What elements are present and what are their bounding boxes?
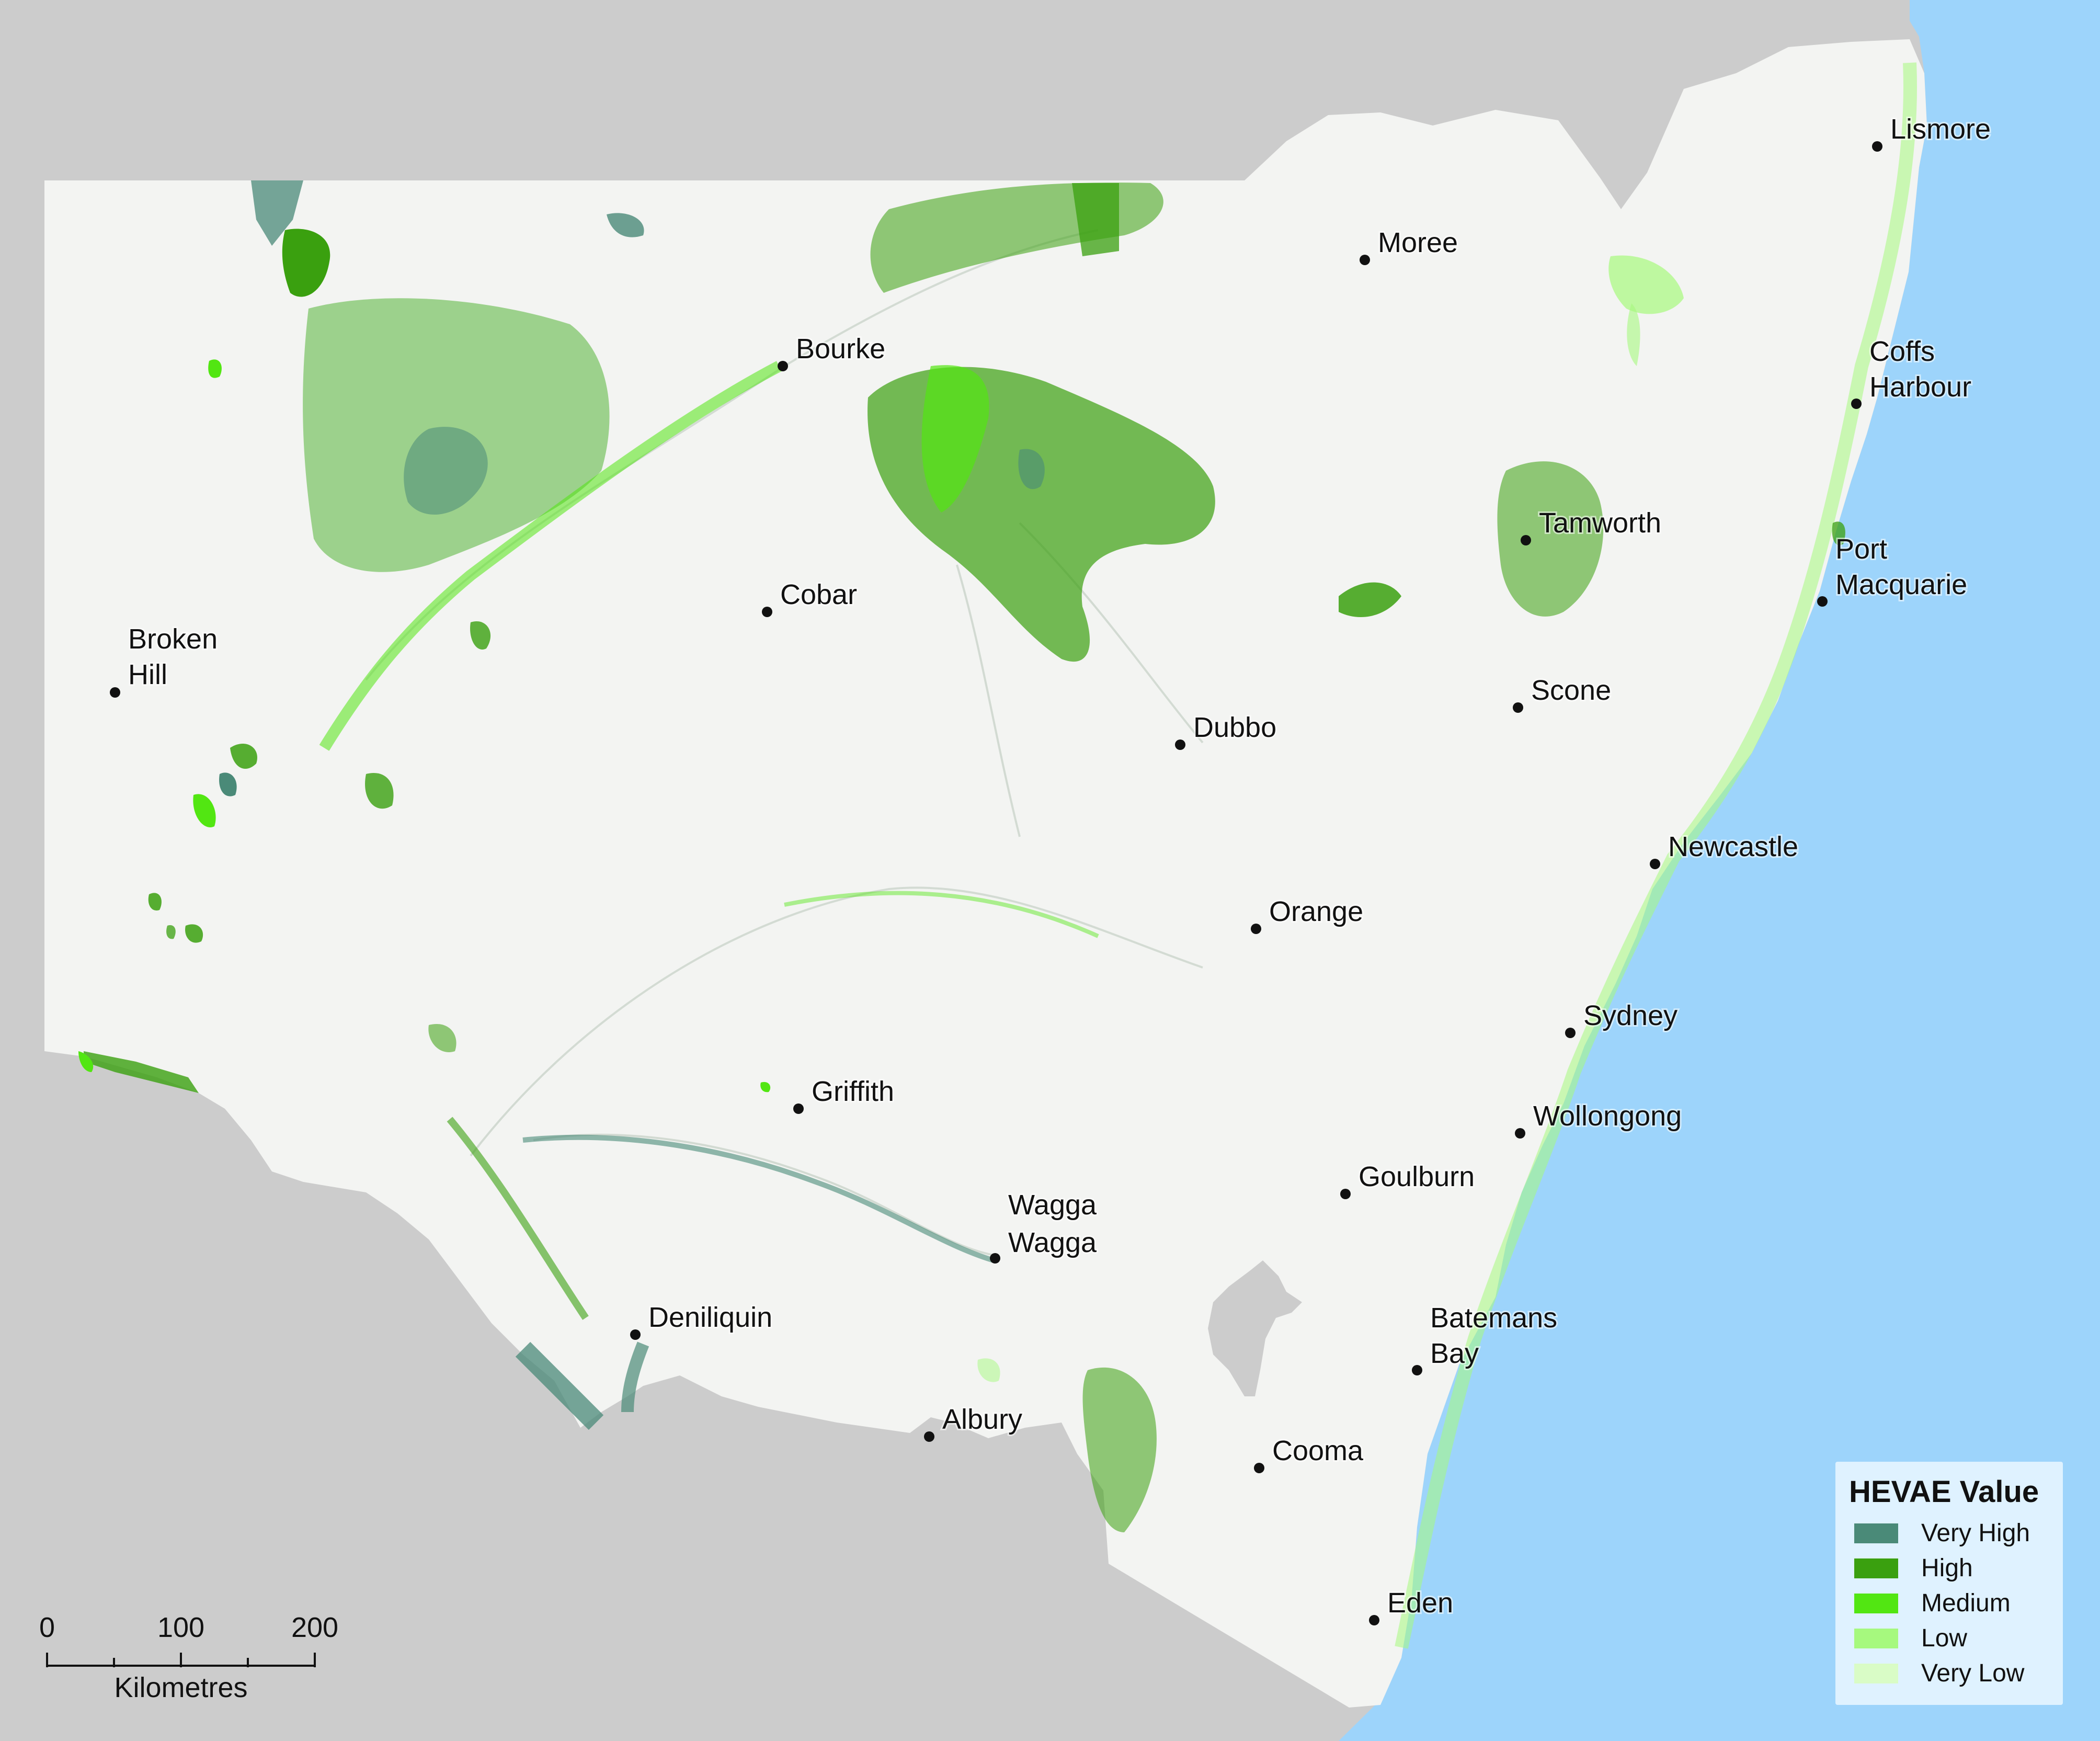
svg-text:Eden: Eden bbox=[1387, 1587, 1453, 1619]
legend-swatch-low bbox=[1854, 1628, 1898, 1648]
svg-text:Orange: Orange bbox=[1269, 896, 1363, 927]
svg-text:Cooma: Cooma bbox=[1272, 1435, 1364, 1466]
map-canvas[interactable]: Lismore Moree Bourke Coffs Harbour Tamwor… bbox=[0, 0, 2100, 1741]
svg-text:Dubbo: Dubbo bbox=[1193, 712, 1276, 743]
svg-text:Griffith: Griffith bbox=[812, 1076, 894, 1107]
svg-text:Bourke: Bourke bbox=[796, 333, 885, 365]
legend-item-high: High bbox=[1849, 1551, 2063, 1586]
legend-item-very-low: Very Low bbox=[1849, 1656, 2063, 1691]
legend-title: HEVAE Value bbox=[1849, 1475, 2039, 1509]
svg-text:Sydney: Sydney bbox=[1583, 1000, 1677, 1031]
svg-text:Cobar: Cobar bbox=[780, 579, 857, 610]
svg-text:Moree: Moree bbox=[1378, 227, 1458, 258]
legend-swatch-very-high bbox=[1854, 1523, 1898, 1543]
legend-item-medium: Medium bbox=[1849, 1586, 2063, 1621]
legend-label-very-low: Very Low bbox=[1921, 1659, 2025, 1687]
svg-text:Wollongong: Wollongong bbox=[1533, 1100, 1682, 1132]
scale-tick-0: 0 bbox=[39, 1612, 55, 1643]
legend-item-low: Low bbox=[1849, 1621, 2063, 1656]
legend-label-very-high: Very High bbox=[1921, 1519, 2030, 1547]
legend-label-high: High bbox=[1921, 1554, 1973, 1582]
svg-text:Albury: Albury bbox=[942, 1404, 1022, 1435]
svg-text:Newcastle: Newcastle bbox=[1668, 831, 1798, 862]
scale-tick-200: 200 bbox=[291, 1612, 338, 1643]
legend-swatch-medium bbox=[1854, 1593, 1898, 1613]
legend-label-medium: Medium bbox=[1921, 1589, 2011, 1617]
svg-text:Goulburn: Goulburn bbox=[1359, 1161, 1475, 1192]
svg-text:Lismore: Lismore bbox=[1890, 113, 1991, 145]
svg-text:Deniliquin: Deniliquin bbox=[648, 1302, 772, 1333]
legend-swatch-very-low bbox=[1854, 1663, 1898, 1683]
legend: HEVAE Value Very High High Medium Low Ve… bbox=[1835, 1462, 2063, 1705]
legend-swatch-high bbox=[1854, 1558, 1898, 1578]
scale-tick-100: 100 bbox=[157, 1612, 204, 1643]
scale-unit-label: Kilometres bbox=[114, 1672, 247, 1703]
legend-item-very-high: Very High bbox=[1849, 1516, 2063, 1551]
legend-label-low: Low bbox=[1921, 1624, 1968, 1652]
svg-text:Scone: Scone bbox=[1531, 675, 1611, 706]
svg-text:Tamworth: Tamworth bbox=[1539, 507, 1661, 539]
